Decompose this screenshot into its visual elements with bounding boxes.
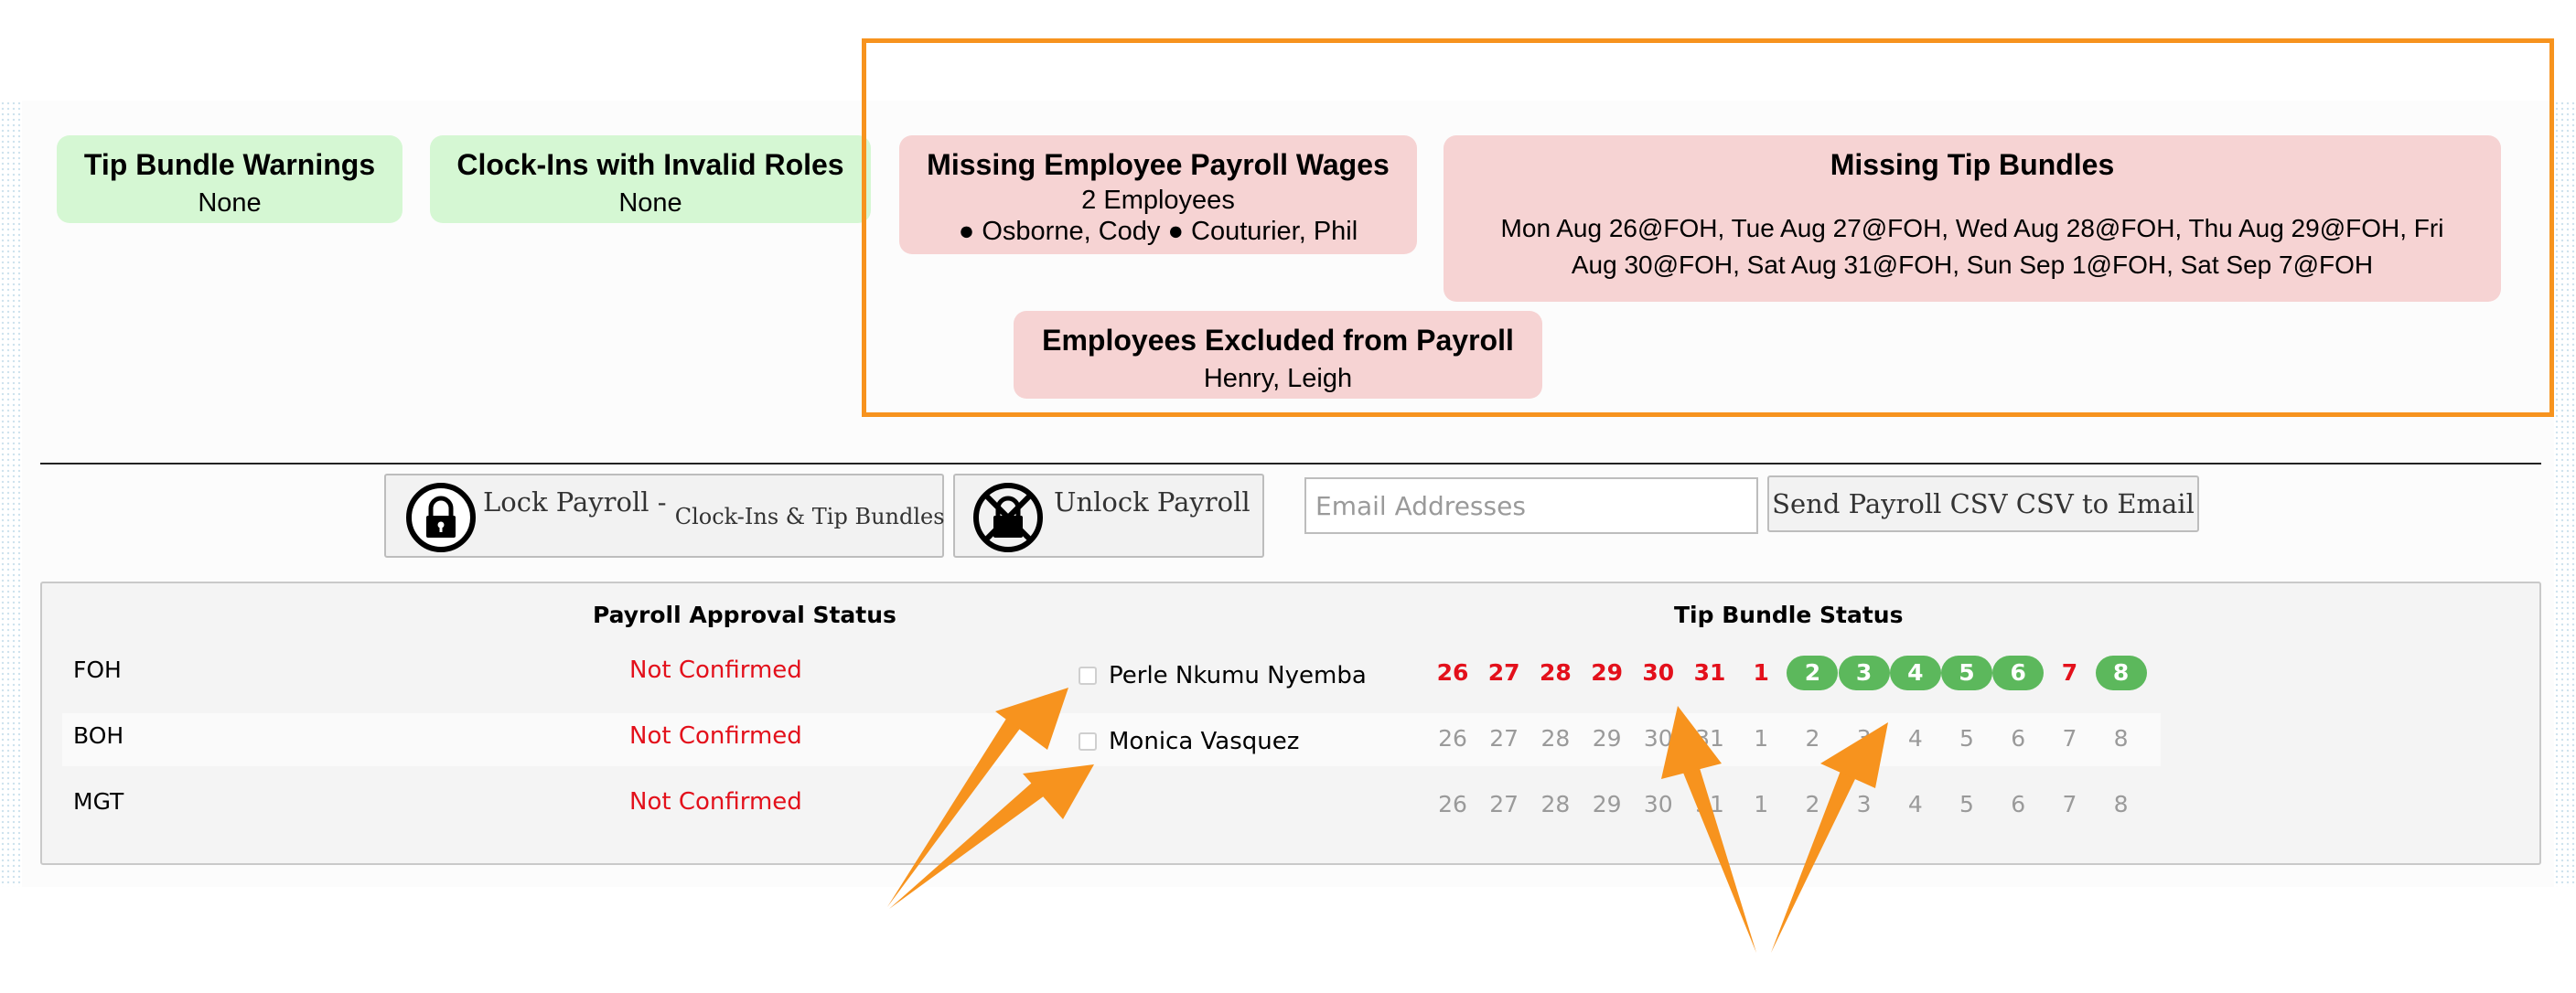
- arrow-shaft: [889, 783, 1045, 909]
- arrow-head: [1820, 722, 1888, 788]
- arrow-shaft: [1683, 768, 1756, 953]
- arrow-head: [1661, 706, 1722, 779]
- annotation-arrows: [887, 688, 1888, 953]
- arrow-shaft: [1771, 771, 1855, 953]
